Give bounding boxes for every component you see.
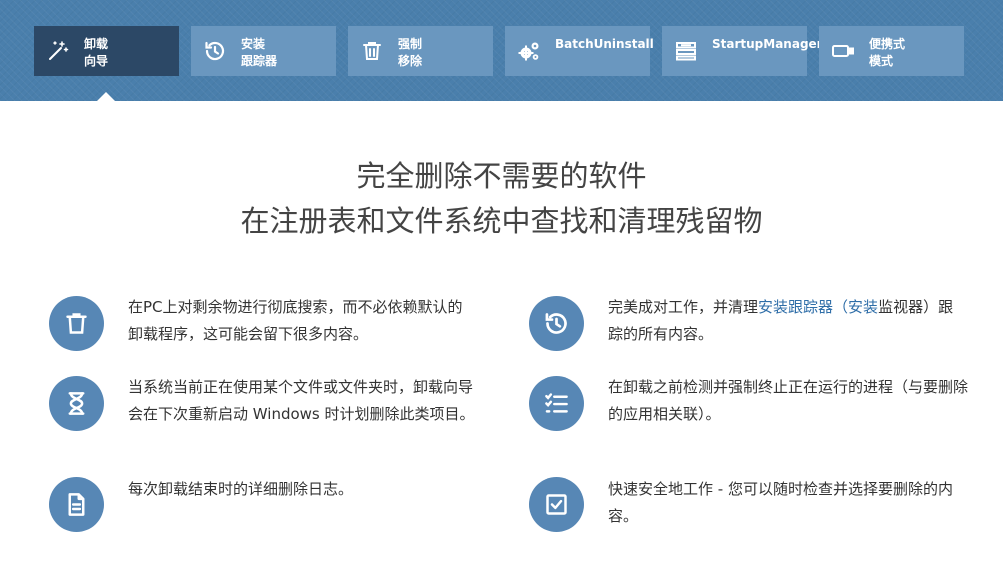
- feature-text-removal-log: 每次卸载结束时的详细删除日志。: [128, 480, 354, 498]
- feature-text-reboot-delete: 当系统当前正在使用某个文件或文件夹时，卸载向导会在下次重新启动 Windows …: [128, 378, 475, 423]
- install-tracker-link[interactable]: 安装跟踪器: [758, 298, 833, 316]
- feature-text-kill-processes: 在卸载之前检测并强制终止正在运行的进程（与要删除的应用相关联）。: [608, 378, 969, 423]
- feature-text-install-tracker: 完美成对工作，并清理安装跟踪器（安装监视器）跟踪的所有内容。: [608, 294, 968, 348]
- tab-label: 安装 跟踪器: [241, 37, 278, 68]
- tab-label: 强制 移除: [398, 37, 423, 68]
- feature-checklist-icon: [529, 376, 584, 431]
- trash-icon: [363, 42, 381, 60]
- tab-startup-manager[interactable]: StartupManager: [662, 26, 823, 76]
- feature-history-icon: [529, 296, 584, 351]
- tab-uninstall-wizard[interactable]: 卸载 向导: [34, 26, 179, 76]
- usb-drive-icon: [832, 45, 854, 57]
- headline-primary: 完全删除不需要的软件: [356, 159, 647, 193]
- tab-batch-uninstall[interactable]: BatchUninstall: [505, 26, 654, 76]
- feature-text-safe-select: 快速安全地工作 - 您可以随时检查并选择要删除的内容。: [608, 480, 953, 525]
- tab-label: 便携式 模式: [869, 37, 906, 68]
- startup-list-icon: [676, 42, 696, 61]
- feature-hourglass-icon: [49, 376, 104, 431]
- feature-checkbox-icon: [529, 477, 584, 532]
- tab-label: StartupManager: [712, 37, 823, 51]
- feature-text-segment: 完美成对工作，并清理: [608, 298, 759, 316]
- history-icon: [205, 41, 225, 61]
- tab-forced-removal[interactable]: 强制 移除: [348, 26, 493, 76]
- feature-trash-icon: [49, 296, 104, 351]
- gears-icon: [518, 42, 539, 61]
- install-monitor-link[interactable]: 安装: [848, 298, 878, 316]
- feature-document-icon: [49, 477, 104, 532]
- headline-secondary: 在注册表和文件系统中查找和清理残留物: [240, 204, 763, 238]
- tab-label: BatchUninstall: [555, 37, 654, 51]
- magic-wand-icon: [49, 41, 69, 60]
- feature-text-thorough-search: 在PC上对剩余物进行彻底搜索，而不必依赖默认的卸载程序，这可能会留下很多内容。: [128, 298, 463, 343]
- tab-portable-mode[interactable]: 便携式 模式: [819, 26, 964, 76]
- tab-label: 卸载 向导: [84, 37, 109, 68]
- tab-install-tracker[interactable]: 安装 跟踪器: [191, 26, 336, 76]
- top-navigation-bar: 卸载 向导 安装 跟踪器 强制 移除 BatchUninstall Startu…: [0, 0, 1003, 101]
- active-tab-indicator: [97, 92, 115, 101]
- paren-open: （: [833, 298, 849, 316]
